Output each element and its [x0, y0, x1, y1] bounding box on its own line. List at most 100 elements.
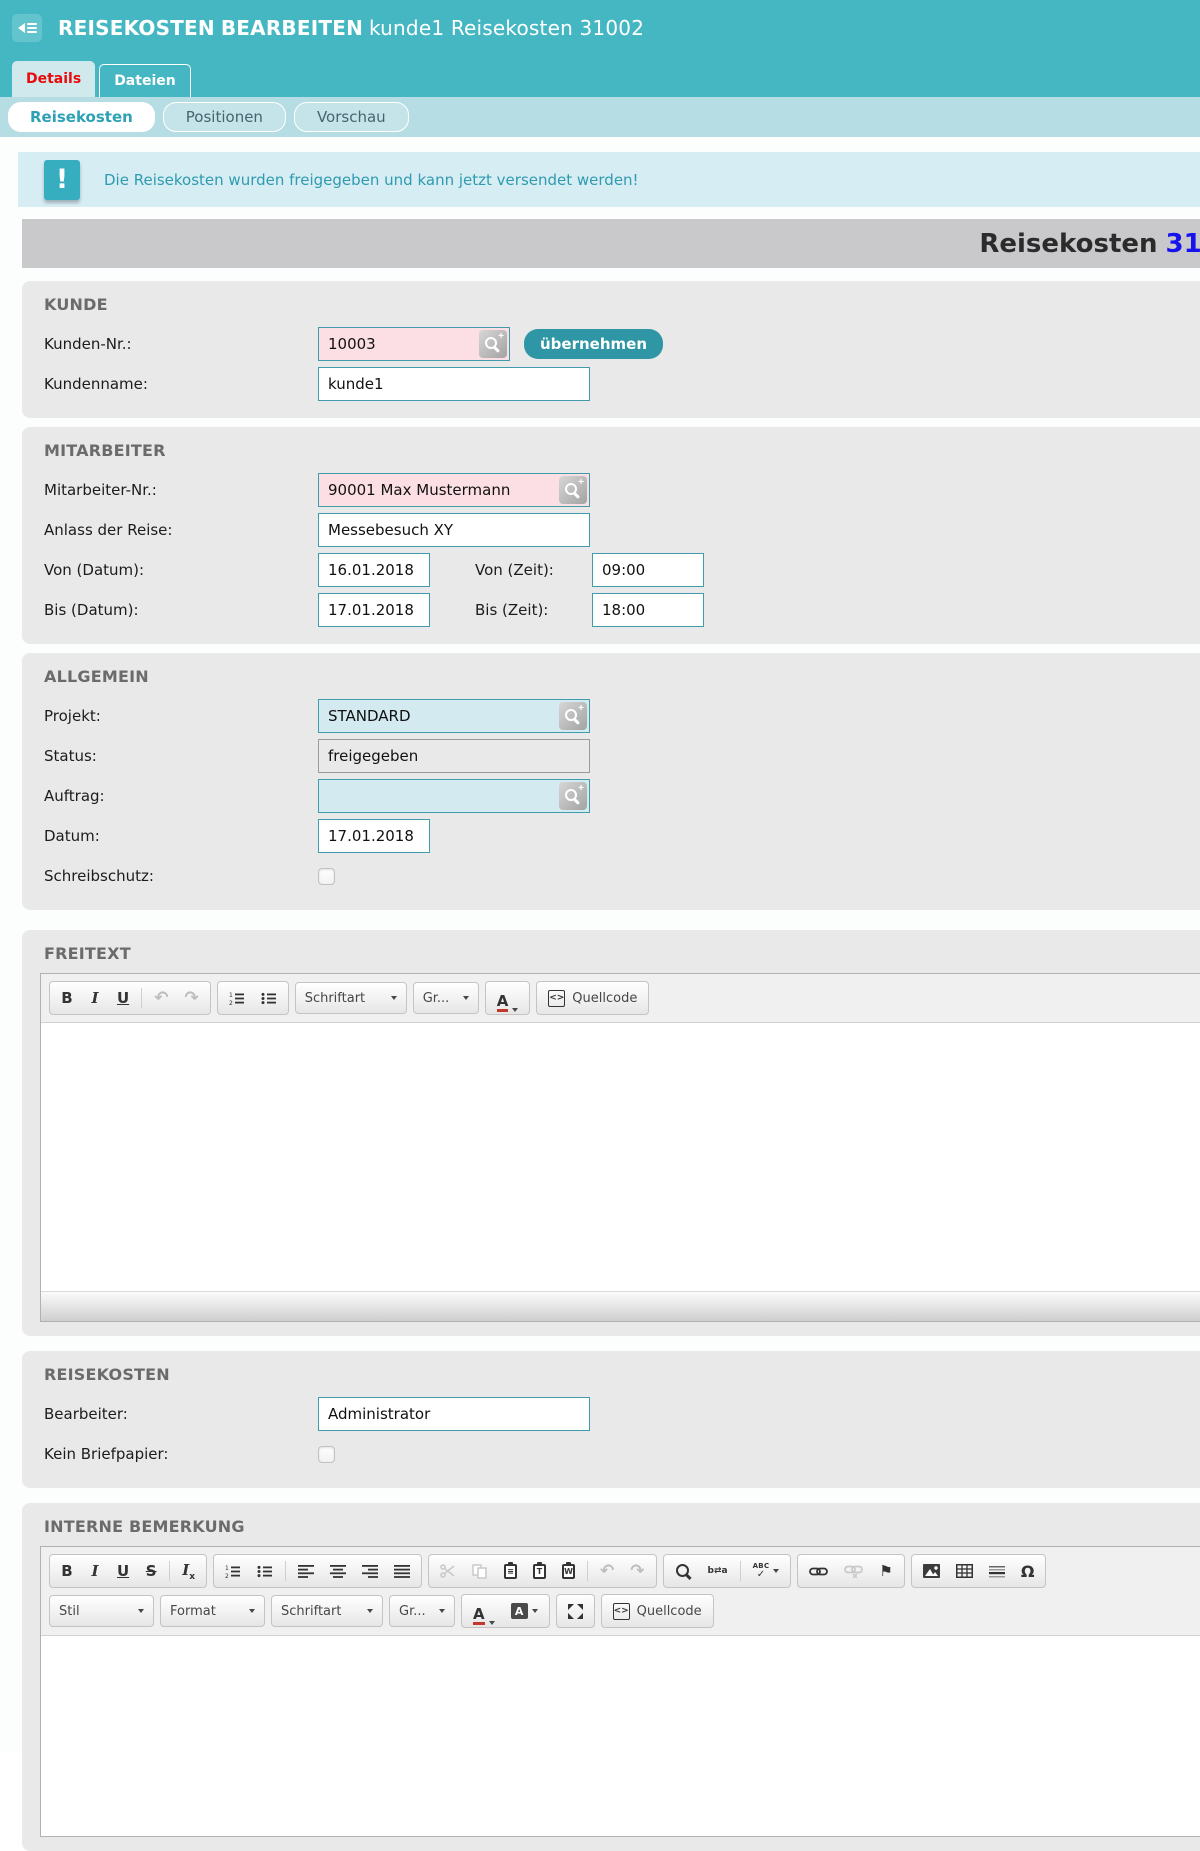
text-color-button[interactable]: A [489, 984, 527, 1012]
auftrag-lookup-button[interactable]: + [559, 782, 587, 810]
collapse-menu-button[interactable] [12, 14, 42, 42]
bg-color-button[interactable]: A [503, 1597, 546, 1625]
maximize-button[interactable] [560, 1597, 591, 1625]
bulleted-list-icon [257, 1565, 273, 1578]
underline-button[interactable]: U [109, 984, 137, 1012]
mitarbeiter-nr-input[interactable] [318, 473, 590, 507]
kundenname-input[interactable] [318, 367, 590, 401]
projekt-input[interactable] [318, 699, 590, 733]
info-message-text: Die Reisekosten wurden freigegeben und k… [104, 171, 639, 189]
text-color-button[interactable]: A [465, 1597, 503, 1625]
copy-button[interactable] [464, 1557, 496, 1585]
italic-button[interactable]: I [81, 984, 109, 1012]
von-zeit-input[interactable] [592, 553, 704, 587]
font-family-select[interactable]: Schriftart [295, 982, 407, 1014]
source-button[interactable]: <>Quellcode [540, 984, 645, 1012]
insert-image-button[interactable] [915, 1557, 948, 1585]
font-size-select[interactable]: Gr... [389, 1595, 455, 1627]
text-color-icon: A [497, 994, 509, 1012]
chevron-down-icon [138, 1609, 144, 1613]
format-select[interactable]: Format [160, 1595, 265, 1627]
bold-icon: B [61, 1562, 72, 1580]
flag-icon: ⚑ [879, 1562, 892, 1580]
chevron-down-icon [532, 1609, 538, 1613]
paste-as-text-button[interactable]: T [525, 1557, 554, 1585]
remove-format-button[interactable]: Ix [174, 1557, 203, 1585]
align-right-button[interactable] [354, 1557, 386, 1585]
find-button[interactable] [667, 1557, 700, 1585]
subtab-reisekosten[interactable]: Reisekosten [8, 102, 155, 132]
tab-dateien[interactable]: Dateien [99, 64, 191, 97]
underline-icon: U [117, 1562, 129, 1580]
schreibschutz-checkbox[interactable] [318, 868, 335, 885]
anlass-input[interactable] [318, 513, 590, 547]
align-left-icon [298, 1565, 314, 1578]
numbered-list-button[interactable]: 12 [221, 984, 253, 1012]
chevron-down-icon [367, 1609, 373, 1613]
strikethrough-icon: S [146, 1562, 157, 1580]
strikethrough-button[interactable]: S [137, 1557, 165, 1585]
mitarbeiter-nr-lookup-button[interactable]: + [559, 476, 587, 504]
projekt-lookup-button[interactable]: + [559, 702, 587, 730]
redo-button[interactable]: ↷ [176, 984, 206, 1012]
kunden-nr-lookup-button[interactable]: + [479, 330, 507, 358]
special-char-button[interactable]: Ω [1013, 1557, 1043, 1585]
uebernehmen-button[interactable]: übernehmen [524, 329, 663, 359]
anchor-button[interactable]: ⚑ [871, 1557, 900, 1585]
datum-input[interactable] [318, 819, 430, 853]
bold-button[interactable]: B [53, 984, 81, 1012]
svg-text:2: 2 [225, 1573, 229, 1578]
numbered-list-button[interactable]: 12 [217, 1557, 249, 1585]
kein-briefpapier-checkbox[interactable] [318, 1446, 335, 1463]
auftrag-input[interactable] [318, 779, 590, 813]
mitarbeiter-nr-row: Mitarbeiter-Nr.: + [22, 470, 1200, 510]
von-datum-input[interactable] [318, 553, 430, 587]
clipboard-text-icon: T [533, 1564, 546, 1579]
paste-from-word-button[interactable]: W [554, 1557, 583, 1585]
bulleted-list-button[interactable] [249, 1557, 281, 1585]
align-justify-button[interactable] [386, 1557, 418, 1585]
horizontal-rule-icon [989, 1565, 1005, 1578]
undo-button[interactable]: ↶ [146, 984, 176, 1012]
spellcheck-icon: ABC✓ [753, 1563, 770, 1580]
freitext-content[interactable] [41, 1023, 1200, 1291]
underline-button[interactable]: U [109, 1557, 137, 1585]
freitext-editor-footer [41, 1291, 1200, 1321]
spellcheck-button[interactable]: ABC✓ [745, 1557, 788, 1585]
align-center-button[interactable] [322, 1557, 354, 1585]
bearbeiter-row: Bearbeiter: [22, 1394, 1200, 1434]
paste-button[interactable]: ≡ [496, 1557, 525, 1585]
align-left-button[interactable] [290, 1557, 322, 1585]
replace-button[interactable]: b⇄a [700, 1557, 736, 1585]
font-size-select[interactable]: Gr... [413, 982, 479, 1014]
kundenname-label: Kundenname: [44, 375, 318, 393]
cut-button[interactable] [432, 1557, 464, 1585]
undo-button[interactable]: ↶ [592, 1557, 622, 1585]
bold-button[interactable]: B [53, 1557, 81, 1585]
bis-zeit-input[interactable] [592, 593, 704, 627]
insert-table-button[interactable] [948, 1557, 981, 1585]
bis-datum-input[interactable] [318, 593, 430, 627]
unlink-button[interactable] [836, 1557, 871, 1585]
style-select[interactable]: Stil [49, 1595, 154, 1627]
section-freitext-heading: FREITEXT [44, 944, 1200, 963]
section-mitarbeiter-heading: MITARBEITER [44, 441, 1200, 460]
bearbeiter-input[interactable] [318, 1397, 590, 1431]
numbered-list-icon: 12 [229, 992, 245, 1005]
tab-details[interactable]: Details [12, 61, 95, 97]
redo-button[interactable]: ↷ [622, 1557, 652, 1585]
italic-icon: I [91, 1562, 98, 1580]
interne-content[interactable] [41, 1636, 1200, 1836]
source-button[interactable]: <>Quellcode [605, 1597, 710, 1625]
bold-icon: B [61, 989, 72, 1007]
section-kunde-heading: KUNDE [44, 295, 1200, 314]
link-button[interactable] [801, 1557, 836, 1585]
italic-button[interactable]: I [81, 1557, 109, 1585]
anlass-label: Anlass der Reise: [44, 521, 318, 539]
subtab-positionen[interactable]: Positionen [163, 102, 286, 132]
subtab-vorschau[interactable]: Vorschau [294, 102, 409, 132]
hamburger-icon [27, 23, 37, 33]
horizontal-rule-button[interactable] [981, 1557, 1013, 1585]
font-family-select[interactable]: Schriftart [271, 1595, 383, 1627]
bulleted-list-button[interactable] [253, 984, 285, 1012]
